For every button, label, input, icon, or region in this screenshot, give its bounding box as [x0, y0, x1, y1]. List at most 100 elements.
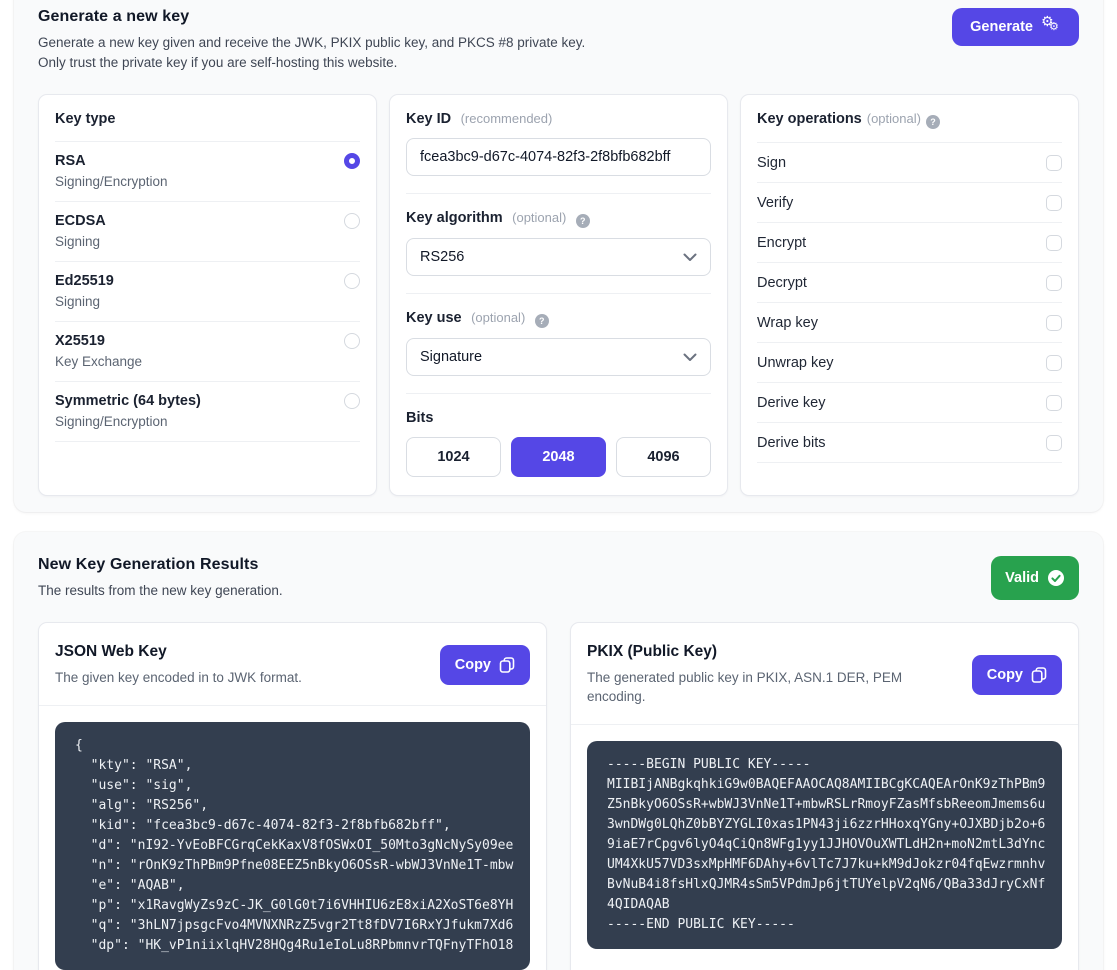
key-use-value: Signature: [420, 349, 482, 365]
key-op-row-derive-bits[interactable]: Derive bits: [757, 423, 1062, 463]
key-id-label: Key ID: [406, 111, 451, 127]
key-op-label: Encrypt: [757, 235, 806, 251]
results-description: The results from the new key generation.: [38, 581, 283, 600]
pkix-code-block[interactable]: -----BEGIN PUBLIC KEY----- MIIBIjANBgkqh…: [587, 741, 1062, 949]
key-use-hint: (optional): [471, 310, 525, 325]
key-type-label: Symmetric (64 bytes): [55, 393, 201, 409]
pkix-title: PKIX (Public Key): [587, 643, 917, 661]
chevron-down-icon: [683, 353, 697, 362]
copy-icon: [499, 657, 515, 673]
key-type-sublabel: Key Exchange: [55, 354, 360, 369]
checkbox-sign[interactable]: [1046, 155, 1062, 171]
jwk-card: JSON Web Key The given key encoded in to…: [38, 622, 547, 970]
bits-option-2048[interactable]: 2048: [511, 437, 606, 477]
key-op-label: Unwrap key: [757, 355, 834, 371]
key-settings-card: Key ID (recommended) fcea3bc9-d67c-4074-…: [389, 94, 728, 496]
checkbox-derive-key[interactable]: [1046, 395, 1062, 411]
key-type-option-ed25519[interactable]: Ed25519 Signing: [55, 262, 360, 322]
pkix-copy-button[interactable]: Copy: [972, 655, 1062, 695]
key-id-value: fcea3bc9-d67c-4074-82f3-2f8bfb682bff: [420, 149, 670, 165]
key-op-row-unwrap-key[interactable]: Unwrap key: [757, 343, 1062, 383]
jwk-copy-button[interactable]: Copy: [440, 645, 530, 685]
key-operations-card: Key operations (optional)? Sign Verify En…: [740, 94, 1079, 496]
key-type-label: Ed25519: [55, 273, 114, 289]
checkbox-decrypt[interactable]: [1046, 275, 1062, 291]
valid-badge-label: Valid: [1005, 570, 1039, 586]
key-op-label: Verify: [757, 195, 793, 211]
generate-button[interactable]: Generate ⚙⚙: [952, 8, 1079, 46]
page-title: Generate a new key: [38, 8, 585, 26]
key-type-sublabel: Signing: [55, 234, 360, 249]
jwk-description: The given key encoded in to JWK format.: [55, 668, 302, 687]
checkbox-derive-bits[interactable]: [1046, 435, 1062, 451]
copy-icon: [1031, 667, 1047, 683]
key-op-label: Derive bits: [757, 435, 826, 451]
key-type-card: Key type RSA Signing/Encryption ECDSA Si…: [38, 94, 377, 496]
checkbox-encrypt[interactable]: [1046, 235, 1062, 251]
radio-ed25519[interactable]: [344, 273, 360, 289]
results-title: New Key Generation Results: [38, 556, 283, 574]
key-type-title: Key type: [55, 111, 115, 127]
key-op-row-derive-key[interactable]: Derive key: [757, 383, 1062, 423]
bits-option-4096[interactable]: 4096: [616, 437, 711, 477]
chevron-down-icon: [683, 253, 697, 262]
key-op-row-wrap-key[interactable]: Wrap key: [757, 303, 1062, 343]
key-type-label: X25519: [55, 333, 105, 349]
key-type-option-x25519[interactable]: X25519 Key Exchange: [55, 322, 360, 382]
key-use-select[interactable]: Signature: [406, 338, 711, 376]
checkbox-unwrap-key[interactable]: [1046, 355, 1062, 371]
bits-label: Bits: [406, 410, 433, 426]
jwk-code-text: { "kty": "RSA", "use": "sig", "alg": "RS…: [75, 736, 526, 956]
results-section: New Key Generation Results The results f…: [14, 532, 1103, 970]
generate-key-section: Generate a new key Generate a new key gi…: [14, 0, 1103, 512]
key-operations-title: Key operations: [757, 111, 862, 127]
key-op-row-encrypt[interactable]: Encrypt: [757, 223, 1062, 263]
radio-rsa[interactable]: [344, 153, 360, 169]
question-circle-icon[interactable]: ?: [535, 314, 549, 328]
key-algorithm-label: Key algorithm: [406, 210, 503, 226]
valid-badge[interactable]: Valid: [991, 556, 1079, 600]
key-op-row-decrypt[interactable]: Decrypt: [757, 263, 1062, 303]
key-type-option-ecdsa[interactable]: ECDSA Signing: [55, 202, 360, 262]
pkix-card: PKIX (Public Key) The generated public k…: [570, 622, 1079, 970]
key-type-sublabel: Signing: [55, 294, 360, 309]
generate-button-label: Generate: [970, 19, 1033, 35]
bits-option-1024[interactable]: 1024: [406, 437, 501, 477]
pkix-code-text: -----BEGIN PUBLIC KEY----- MIIBIjANBgkqh…: [607, 755, 1058, 935]
check-circle-icon: [1047, 569, 1065, 587]
radio-x25519[interactable]: [344, 333, 360, 349]
radio-symmetric[interactable]: [344, 393, 360, 409]
copy-button-label: Copy: [455, 657, 491, 673]
key-algorithm-select[interactable]: RS256: [406, 238, 711, 276]
key-id-input[interactable]: fcea3bc9-d67c-4074-82f3-2f8bfb682bff: [406, 138, 711, 176]
generate-key-header: Generate a new key Generate a new key gi…: [38, 8, 585, 72]
checkbox-verify[interactable]: [1046, 195, 1062, 211]
key-algorithm-hint: (optional): [512, 210, 566, 225]
key-id-hint: (recommended): [461, 111, 553, 126]
key-op-label: Derive key: [757, 395, 826, 411]
page-description-line1: Generate a new key given and receive the…: [38, 33, 585, 52]
key-op-row-verify[interactable]: Verify: [757, 183, 1062, 223]
key-type-label: RSA: [55, 153, 86, 169]
key-type-label: ECDSA: [55, 213, 106, 229]
key-op-label: Decrypt: [757, 275, 807, 291]
key-type-sublabel: Signing/Encryption: [55, 174, 360, 189]
checkbox-wrap-key[interactable]: [1046, 315, 1062, 331]
key-type-option-rsa[interactable]: RSA Signing/Encryption: [55, 142, 360, 202]
page-description-line2: Only trust the private key if you are se…: [38, 53, 585, 72]
key-op-label: Wrap key: [757, 315, 818, 331]
radio-ecdsa[interactable]: [344, 213, 360, 229]
gears-icon: ⚙⚙: [1041, 17, 1061, 37]
key-op-row-sign[interactable]: Sign: [757, 143, 1062, 183]
key-type-sublabel: Signing/Encryption: [55, 414, 360, 429]
pkix-description: The generated public key in PKIX, ASN.1 …: [587, 668, 917, 706]
question-circle-icon[interactable]: ?: [926, 115, 940, 129]
key-operations-hint: (optional): [867, 111, 921, 126]
jwk-code-block[interactable]: { "kty": "RSA", "use": "sig", "alg": "RS…: [55, 722, 530, 970]
key-op-label: Sign: [757, 155, 786, 171]
key-type-option-symmetric[interactable]: Symmetric (64 bytes) Signing/Encryption: [55, 382, 360, 442]
question-circle-icon[interactable]: ?: [576, 214, 590, 228]
jwk-title: JSON Web Key: [55, 643, 302, 661]
key-algorithm-value: RS256: [420, 249, 464, 265]
page: Generate a new key Generate a new key gi…: [0, 0, 1117, 954]
